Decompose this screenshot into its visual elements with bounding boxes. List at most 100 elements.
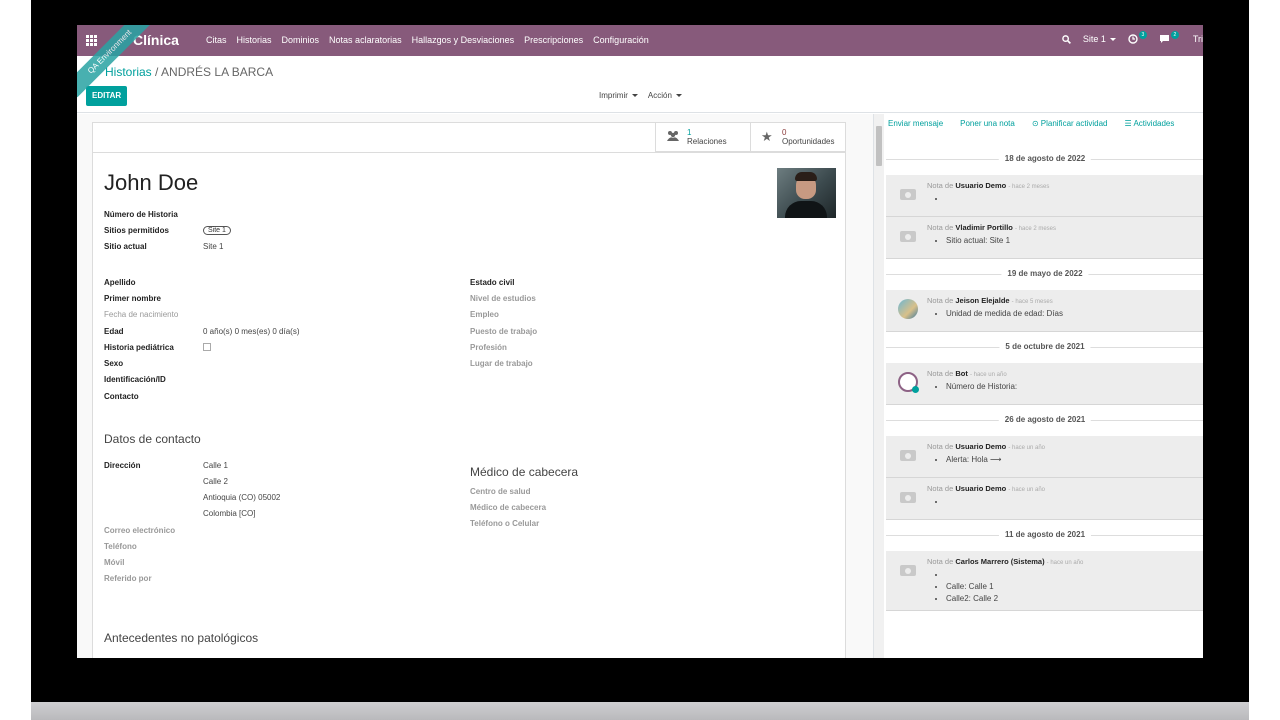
field-label-primer-nombre: Primer nombre <box>104 294 161 303</box>
section-title-contacto: Datos de contacto <box>104 432 201 446</box>
opportunities-button[interactable]: ★ 0 Oportunidades <box>750 123 845 152</box>
message-prefix: Nota de <box>927 181 954 190</box>
message-prefix: Nota de <box>927 484 954 493</box>
chevron-down-icon <box>631 94 638 97</box>
message-prefix: Nota de <box>927 557 954 566</box>
field-label-medico: Médico de cabecera <box>470 503 547 512</box>
field-label-historia-pediatrica: Historia pediátrica <box>104 343 174 352</box>
patient-name: John Doe <box>104 170 199 195</box>
schedule-activity-button[interactable]: ⊙ Planificar actividad <box>1032 119 1108 128</box>
message-item: Nota de Bot - hace un año Número de Hist… <box>886 363 1203 405</box>
patient-avatar[interactable] <box>777 168 836 218</box>
date-separator: 11 de agosto de 2021 <box>886 520 1203 551</box>
site-switcher[interactable]: Site 1 <box>1083 34 1116 44</box>
message-author[interactable]: Usuario Demo <box>955 484 1006 493</box>
message-line: Unidad de medida de edad: Días <box>946 308 1063 320</box>
date-separator: 5 de octubre de 2021 <box>886 332 1203 363</box>
field-label-edad: Edad <box>104 327 124 336</box>
site-tag[interactable]: Site 1 <box>203 226 231 235</box>
edit-button[interactable]: EDITAR <box>86 86 128 106</box>
field-label-fecha-nacimiento: Fecha de nacimiento <box>104 310 179 319</box>
activities-menu[interactable]: 3 <box>1128 31 1147 44</box>
field-label-referido: Referido por <box>104 574 152 583</box>
date-separator: 19 de mayo de 2022 <box>886 259 1203 290</box>
address-line-4: Colombia [CO] <box>203 509 256 518</box>
user-avatar <box>898 299 918 319</box>
menu-item-hallazgos[interactable]: Hallazgos y Desviaciones <box>407 35 520 45</box>
message-item: Nota de Carlos Marrero (Sistema) - hace … <box>886 551 1203 611</box>
message-author[interactable]: Carlos Marrero (Sistema) <box>955 557 1044 566</box>
message-author[interactable]: Bot <box>955 369 968 378</box>
field-label-identificacion: Identificación/ID <box>104 375 166 384</box>
message-time: - hace un año <box>1046 560 1084 566</box>
action-dropdown[interactable]: Acción <box>648 91 682 100</box>
message-item: Nota de Usuario Demo - hace un año Alert… <box>886 436 1203 478</box>
relations-button[interactable]: 1 Relaciones <box>655 123 750 152</box>
field-label-estado-civil: Estado civil <box>470 278 515 287</box>
address-line-1: Calle 1 <box>203 461 228 470</box>
field-label-centro-salud: Centro de salud <box>470 487 531 496</box>
log-note-button[interactable]: Poner una nota <box>960 119 1015 128</box>
message-time: - hace 5 meses <box>1011 299 1053 305</box>
print-label: Imprimir <box>599 91 628 100</box>
breadcrumb-separator: / <box>155 65 159 79</box>
camera-avatar-icon <box>898 560 918 580</box>
chat-bubble-icon <box>1159 35 1169 43</box>
menu-item-prescripciones[interactable]: Prescripciones <box>519 35 588 45</box>
date-separator: 18 de agosto de 2022 <box>886 144 1203 175</box>
send-message-button[interactable]: Enviar mensaje <box>888 119 943 128</box>
button-box: 1 Relaciones ★ 0 Oportunidades <box>655 123 845 152</box>
menu-item-configuracion[interactable]: Configuración <box>588 35 654 45</box>
message-author[interactable]: Vladimir Portillo <box>955 223 1013 232</box>
opportunities-count: 0 <box>782 128 787 137</box>
scrollbar-thumb[interactable] <box>876 126 882 166</box>
control-panel: Historias / ANDRÉS LA BARCA EDITAR Impri… <box>77 56 1203 113</box>
print-dropdown[interactable]: Imprimir <box>599 91 638 100</box>
field-label-puesto: Puesto de trabajo <box>470 327 538 336</box>
form-sheet: 1 Relaciones ★ 0 Oportunidades John Doe Nú… <box>92 122 846 658</box>
field-label-numero-historia: Número de Historia <box>104 210 178 219</box>
message-author[interactable]: Usuario Demo <box>955 181 1006 190</box>
activities-label: Actividades <box>1133 119 1175 128</box>
message-time: - hace un año <box>1008 487 1046 493</box>
messaging-menu[interactable]: 2 <box>1159 31 1179 44</box>
date-separator: 26 de agosto de 2021 <box>886 405 1203 436</box>
search-icon[interactable] <box>1061 34 1071 44</box>
menu-item-historias[interactable]: Historias <box>232 35 277 45</box>
activities-count-badge: 3 <box>1138 31 1147 39</box>
menu-item-citas[interactable]: Citas <box>201 35 232 45</box>
field-label-apellido: Apellido <box>104 278 136 287</box>
user-menu[interactable]: Tri <box>1193 34 1203 44</box>
field-label-sexo: Sexo <box>104 359 124 368</box>
scrollbar[interactable] <box>874 114 884 658</box>
field-label-nivel-estudios: Nivel de estudios <box>470 294 536 303</box>
apps-grid-icon[interactable] <box>86 35 97 46</box>
top-navbar: Clínica Citas Historias Dominios Notas a… <box>77 25 1203 56</box>
divider <box>93 152 845 153</box>
menu-item-notas[interactable]: Notas aclaratorias <box>324 35 407 45</box>
field-label-profesion: Profesión <box>470 343 507 352</box>
users-icon <box>666 130 680 144</box>
message-line: Calle: Calle 1 <box>946 581 998 593</box>
field-label-telefono-celular: Teléfono o Celular <box>470 519 540 528</box>
pediatric-checkbox[interactable] <box>203 343 211 351</box>
address-line-3: Antioquia (CO) 05002 <box>203 493 281 502</box>
navbar-systray: Site 1 3 2 Tri <box>1050 31 1203 44</box>
menu-item-dominios[interactable]: Dominios <box>277 35 325 45</box>
field-label-sitios-permitidos: Sitios permitidos <box>104 226 169 235</box>
breadcrumb-parent[interactable]: Historias <box>105 65 152 79</box>
action-label: Acción <box>647 91 672 100</box>
message-line <box>946 569 998 581</box>
message-line: Número de Historia: <box>946 381 1017 393</box>
message-author[interactable]: Jeison Elejalde <box>955 296 1009 305</box>
message-author[interactable]: Usuario Demo <box>955 442 1006 451</box>
message-item: Nota de Usuario Demo - hace 2 meses <box>886 175 1203 217</box>
message-time: - hace 2 meses <box>1008 184 1050 190</box>
address-line-2: Calle 2 <box>203 477 228 486</box>
message-item: Nota de Vladimir Portillo - hace 2 meses… <box>886 217 1203 259</box>
message-prefix: Nota de <box>927 223 954 232</box>
date-label: 26 de agosto de 2021 <box>998 415 1092 424</box>
activities-button[interactable]: ☰ Actividades <box>1125 119 1175 128</box>
field-label-correo: Correo electrónico <box>104 526 176 535</box>
clock-icon: ⊙ <box>1031 119 1041 128</box>
